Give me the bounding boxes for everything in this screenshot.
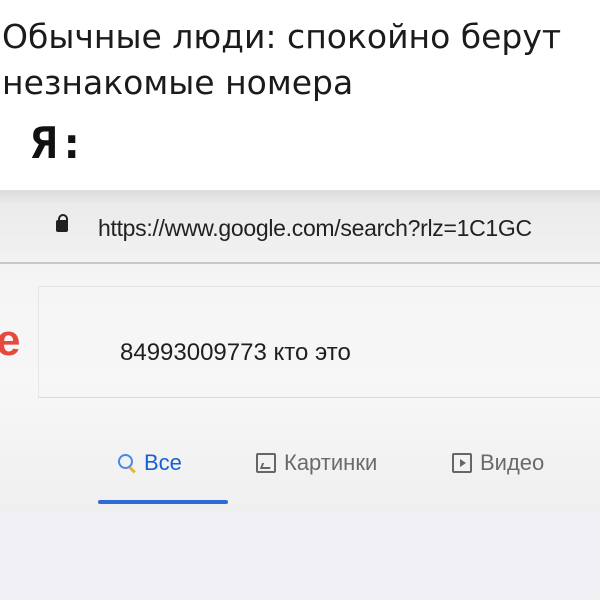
caption-line-2: незнакомые номера xyxy=(2,63,354,102)
tab-video[interactable]: Видео xyxy=(452,445,544,481)
address-bar-divider xyxy=(0,262,600,264)
address-bar[interactable]: https://www.google.com/search?rlz=1C1GC xyxy=(0,208,600,248)
google-logo-fragment: e xyxy=(0,316,21,365)
browser-photo: https://www.google.com/search?rlz=1C1GC … xyxy=(0,190,600,512)
active-tab-indicator xyxy=(98,500,228,504)
tab-all-label: Все xyxy=(144,450,182,475)
me-label: Я: xyxy=(30,118,87,169)
bottom-blank-area xyxy=(0,512,600,600)
lock-icon xyxy=(56,214,68,232)
tab-images-label: Картинки xyxy=(284,450,378,475)
video-icon xyxy=(452,453,472,473)
photo-edge xyxy=(0,190,600,204)
tab-images[interactable]: Картинки xyxy=(256,445,377,481)
tab-all[interactable]: Все xyxy=(118,445,182,481)
meme-caption: Обычные люди: спокойно берут незнакомые … xyxy=(2,14,600,106)
search-icon xyxy=(118,454,136,472)
search-tabs: Все Картинки Видео xyxy=(0,445,600,485)
url-text[interactable]: https://www.google.com/search?rlz=1C1GC xyxy=(98,215,532,242)
caption-line-1: Обычные люди: спокойно берут xyxy=(2,17,562,56)
tab-video-label: Видео xyxy=(480,450,545,475)
image-icon xyxy=(256,453,276,473)
search-query[interactable]: 84993009773 кто это xyxy=(120,339,351,367)
